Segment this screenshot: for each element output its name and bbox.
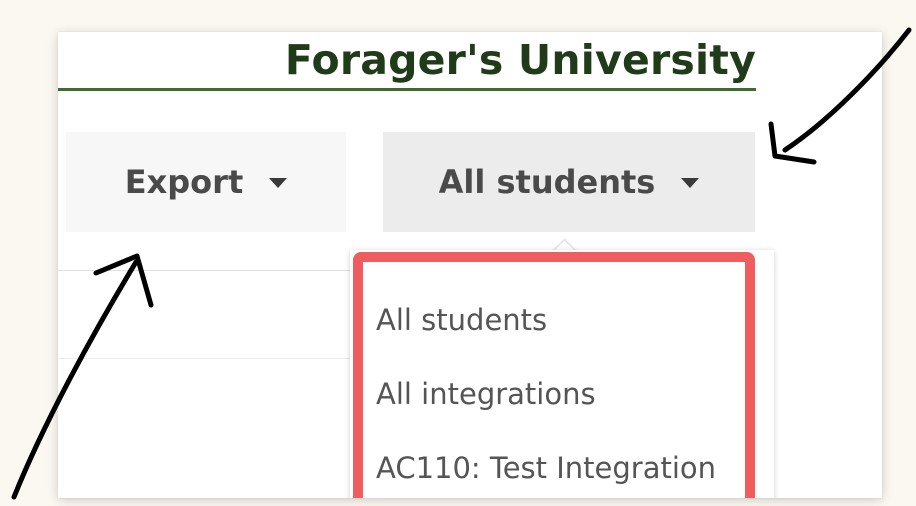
- caret-down-icon: [269, 178, 288, 188]
- page-title: Forager's University: [284, 36, 756, 84]
- menu-item-all-integrations[interactable]: All integrations: [374, 368, 716, 442]
- export-button-label: Export: [124, 163, 244, 201]
- caret-down-icon: [681, 178, 700, 188]
- title-underline: [58, 88, 756, 91]
- student-filter-options: All students All integrations AC110: Tes…: [374, 294, 716, 498]
- export-button[interactable]: Export: [66, 132, 346, 232]
- app-window: Forager's University Export All students…: [58, 32, 882, 498]
- student-filter-label: All students: [438, 163, 656, 201]
- menu-item-test-integration[interactable]: AC110: Test Integration: [374, 442, 716, 498]
- divider: [58, 270, 358, 271]
- menu-item-all-students[interactable]: All students: [374, 294, 716, 368]
- student-filter-dropdown-button[interactable]: All students: [383, 132, 755, 232]
- divider: [58, 358, 358, 359]
